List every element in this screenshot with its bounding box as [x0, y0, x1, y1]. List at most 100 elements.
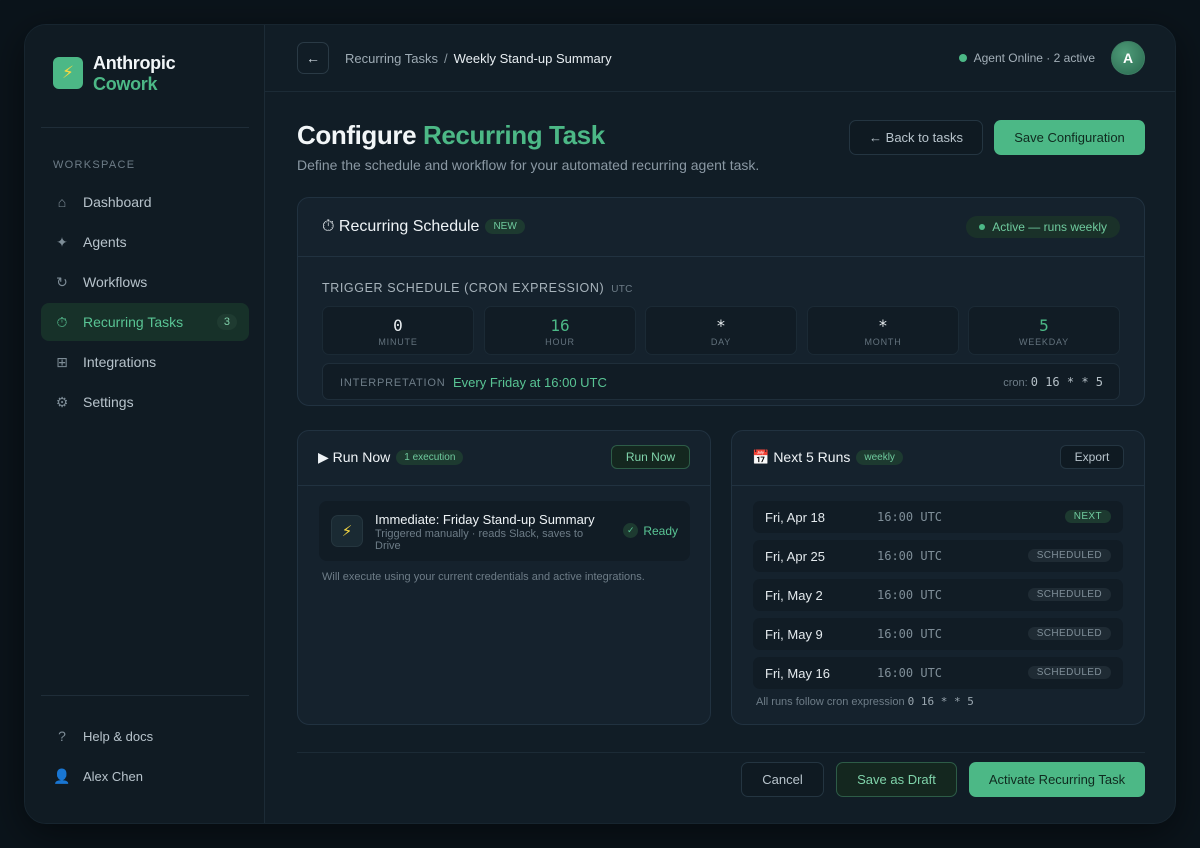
sidebar-bottom: ? Help & docs 👤 Alex Chen — [41, 717, 249, 797]
avatar[interactable]: A — [1111, 41, 1145, 75]
run-date: Fri, Apr 25 — [765, 549, 825, 564]
cron-field-month[interactable]: * MONTH — [807, 306, 959, 355]
sidebar-item-agents[interactable]: ✦ Agents — [41, 223, 249, 261]
sidebar-divider — [41, 127, 249, 128]
sidebar-item-settings[interactable]: ⚙ Settings — [41, 383, 249, 421]
execution-badge: 1 execution — [396, 450, 464, 466]
run-status-badge: SCHEDULED — [1027, 666, 1111, 679]
run-date: Fri, May 16 — [765, 666, 831, 681]
breadcrumb-parent[interactable]: Recurring Tasks — [345, 51, 438, 66]
task-title: Immediate: Friday Stand-up Summary — [375, 512, 595, 527]
bolt-icon: ⚡ — [53, 57, 83, 89]
cron-prefix: cron: — [1003, 377, 1028, 389]
sidebar-item-label: Alex Chen — [83, 768, 143, 784]
brand-name-line1: Anthropic — [93, 53, 176, 73]
app-window: ⚡ Anthropic Cowork WORKSPACE ⌂ Dashboard… — [24, 24, 1176, 824]
help-icon: ? — [58, 728, 66, 744]
sidebar-item-dashboard[interactable]: ⌂ Dashboard — [41, 183, 249, 221]
cancel-button[interactable]: Cancel — [741, 762, 824, 797]
new-badge: NEW — [485, 219, 525, 235]
run-status-badge: SCHEDULED — [1027, 627, 1111, 640]
activate-recurring-task-button[interactable]: Activate Recurring Task — [969, 762, 1145, 797]
run-row[interactable]: Fri, May 9 16:00 UTC SCHEDULED — [753, 618, 1123, 650]
page-title: Configure Recurring Task — [297, 120, 605, 151]
cron-field-value: * — [716, 316, 726, 335]
user-icon: 👤 — [53, 767, 71, 784]
run-row[interactable]: Fri, May 16 16:00 UTC SCHEDULED — [753, 657, 1123, 689]
topbar: ← Recurring Tasks / Weekly Stand-up Summar… — [265, 25, 1175, 92]
trigger-label: TRIGGER SCHEDULE (CRON EXPRESSION) UTC — [322, 281, 633, 295]
run-status-badge: SCHEDULED — [1027, 588, 1111, 601]
status-dot-icon — [979, 224, 986, 230]
brand-name: Anthropic Cowork — [93, 53, 176, 95]
brand[interactable]: ⚡ Anthropic Cowork — [53, 53, 176, 95]
back-button[interactable]: ← — [297, 42, 329, 74]
status-badge: Active — runs weekly — [966, 216, 1120, 238]
arrow-left-icon: ← — [306, 50, 320, 66]
sidebar: ⚡ Anthropic Cowork WORKSPACE ⌂ Dashboard… — [25, 25, 265, 823]
run-row[interactable]: Fri, Apr 25 16:00 UTC SCHEDULED — [753, 540, 1123, 572]
bolt-icon: ⚡ — [331, 515, 363, 547]
interpretation-box: INTERPRETATION Every Friday at 16:00 UTC… — [322, 363, 1120, 400]
sparkle-icon: ✦ — [56, 233, 68, 250]
sidebar-item-recurring-tasks[interactable]: ⏱ Recurring Tasks 3 — [41, 303, 249, 341]
cron-field-label: DAY — [710, 337, 732, 347]
breadcrumb: Recurring Tasks / Weekly Stand-up Summary — [345, 51, 612, 66]
sidebar-item-label: Workflows — [83, 274, 148, 290]
sidebar-item-workflows[interactable]: ↻ Workflows — [41, 263, 249, 301]
run-row[interactable]: Fri, Apr 18 16:00 UTC NEXT — [753, 501, 1123, 533]
cron-field-label: HOUR — [545, 337, 575, 347]
main-content: ← Recurring Tasks / Weekly Stand-up Summar… — [265, 25, 1175, 823]
back-to-tasks-button[interactable]: ← Back to tasks — [849, 120, 983, 155]
page-title-accent: Recurring Task — [423, 120, 605, 150]
brand-name-line2: Cowork — [93, 74, 158, 94]
timer-icon: ⏱ — [56, 313, 68, 330]
cron-field-value: 0 — [393, 316, 403, 335]
check-icon: ✓ — [623, 523, 639, 538]
run-status-badge: SCHEDULED — [1027, 549, 1111, 562]
sidebar-item-user[interactable]: 👤 Alex Chen — [41, 757, 249, 795]
recurring-tasks-count-badge: 3 — [216, 314, 237, 330]
export-button[interactable]: Export — [1060, 445, 1124, 469]
breadcrumb-separator: / — [443, 51, 448, 66]
cron-field-day[interactable]: * DAY — [645, 306, 797, 355]
cron-field-minute[interactable]: 0 MINUTE — [322, 306, 474, 355]
status-badge-text: Active — runs weekly — [992, 220, 1107, 234]
run-now-title: ▶ Run Now — [318, 449, 391, 465]
next-runs-card: 📅 Next 5 Runs weekly Export Fri, Apr 18 1… — [731, 430, 1145, 725]
sidebar-item-label: Dashboard — [83, 194, 152, 210]
footer-divider — [297, 752, 1145, 753]
task-row[interactable]: ⚡ Immediate: Friday Stand-up Summary Tri… — [319, 501, 690, 561]
home-icon: ⌂ — [57, 194, 67, 210]
cron-field-hour[interactable]: 16 HOUR — [484, 306, 636, 355]
interpretation-label: INTERPRETATION — [340, 377, 446, 389]
gear-icon: ⚙ — [55, 393, 69, 410]
cron-field-label: MONTH — [864, 337, 902, 347]
save-configuration-button[interactable]: Save Configuration — [994, 120, 1145, 155]
run-time: 16:00 UTC — [877, 510, 943, 524]
run-date: Fri, May 2 — [765, 588, 823, 603]
schedule-card-header: ⏱ Recurring Schedule NEW Active — runs we… — [298, 198, 1144, 257]
sidebar-item-integrations[interactable]: ⊞ Integrations — [41, 343, 249, 381]
run-status-badge: NEXT — [1064, 510, 1111, 523]
cron-field-label: WEEKDAY — [1019, 337, 1069, 347]
task-subtitle: Triggered manually · reads Slack, saves … — [375, 528, 584, 552]
cron-field-label: MINUTE — [378, 337, 418, 347]
refresh-icon: ↻ — [56, 273, 68, 290]
agent-status: Agent Online · 2 active — [958, 51, 1095, 65]
cron-expression: 0 16 * * 5 — [1030, 375, 1103, 389]
breadcrumb-current: Weekly Stand-up Summary — [453, 51, 612, 66]
runs-note-cron: 0 16 * * 5 — [907, 695, 974, 708]
page-subtitle: Define the schedule and workflow for you… — [297, 157, 760, 173]
sidebar-nav: ⌂ Dashboard ✦ Agents ↻ Workflows ⏱ Recur… — [41, 183, 249, 423]
grid-icon: ⊞ — [56, 353, 68, 370]
run-now-card: ▶ Run Now 1 execution Run Now ⚡ Immediate… — [297, 430, 711, 725]
run-now-button[interactable]: Run Now — [611, 445, 690, 469]
cron-field-weekday[interactable]: 5 WEEKDAY — [968, 306, 1120, 355]
sidebar-item-help[interactable]: ? Help & docs — [41, 717, 249, 755]
cron-readout: cron: 0 16 * * 5 — [1003, 375, 1103, 389]
sidebar-item-label: Agents — [83, 234, 127, 250]
cron-field-value: 16 — [550, 316, 570, 335]
run-row[interactable]: Fri, May 2 16:00 UTC SCHEDULED — [753, 579, 1123, 611]
save-as-draft-button[interactable]: Save as Draft — [836, 762, 957, 797]
